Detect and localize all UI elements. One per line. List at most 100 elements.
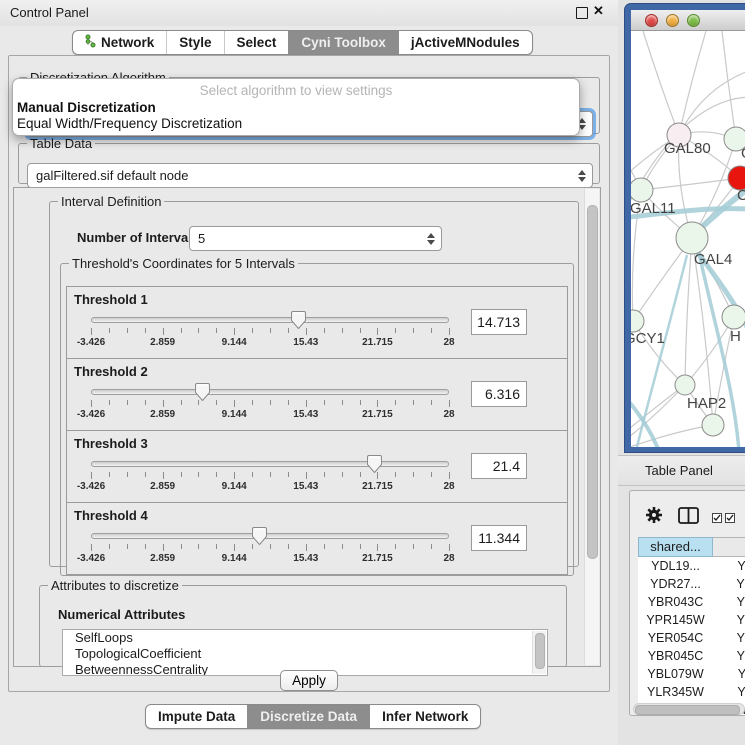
table-cell[interactable]: YDL19... xyxy=(638,557,713,575)
table-cell[interactable]: YPR1 xyxy=(713,611,745,629)
slider-tick xyxy=(198,472,199,477)
table-cell[interactable]: YDR2 xyxy=(713,575,745,593)
table-cell[interactable]: YBR045C xyxy=(638,647,713,665)
slider-tick xyxy=(324,400,325,405)
select-checkbox-icon[interactable] xyxy=(725,511,735,526)
table-cell[interactable]: YBR0 xyxy=(713,647,745,665)
network-node-gal11[interactable] xyxy=(631,178,653,202)
table-header-row: shared...na xyxy=(638,537,745,557)
window-minimize-button[interactable] xyxy=(666,14,679,27)
list-scrollbar[interactable] xyxy=(532,631,546,674)
slider-track[interactable] xyxy=(91,461,449,467)
network-node-h[interactable] xyxy=(722,305,745,329)
table-row[interactable]: YBR043CYBR0 xyxy=(638,593,745,611)
tab-label: Style xyxy=(179,35,211,50)
network-node-hap2[interactable] xyxy=(675,375,695,395)
table-row[interactable]: YBR045CYBR0 xyxy=(638,647,745,665)
table-data-combobox[interactable]: galFiltered.sif default node xyxy=(27,163,593,188)
threshold-slider[interactable]: -3.4262.8599.14415.4321.71528 xyxy=(91,529,449,573)
slider-track[interactable] xyxy=(91,317,449,323)
algorithm-dropdown-popup: Select algorithm to view settings Manual… xyxy=(12,78,580,136)
threshold-slider[interactable]: -3.4262.8599.14415.4321.71528 xyxy=(91,457,449,501)
network-edge-highlighted[interactable] xyxy=(631,394,659,447)
slider-tick xyxy=(270,472,271,477)
table-cell[interactable]: YBL0 xyxy=(713,665,745,683)
threshold-slider[interactable]: -3.4262.8599.14415.4321.71528 xyxy=(91,385,449,429)
close-icon[interactable]: ✕ xyxy=(593,3,604,19)
slider-tick xyxy=(163,328,164,335)
tab-infer-network[interactable]: Infer Network xyxy=(369,705,480,728)
tab-label: Network xyxy=(101,35,154,50)
scrollbar-thumb[interactable] xyxy=(587,205,598,559)
table-cell[interactable]: YBR0 xyxy=(713,593,745,611)
apply-button[interactable]: Apply xyxy=(280,670,338,691)
network-edge[interactable] xyxy=(722,31,736,139)
intervals-combobox[interactable]: 5 xyxy=(189,226,442,251)
table-cell[interactable]: YPR145W xyxy=(638,611,713,629)
window-zoom-button[interactable] xyxy=(687,14,700,27)
tab-jactivemnodules[interactable]: jActiveMNodules xyxy=(398,31,532,54)
tab-style[interactable]: Style xyxy=(166,31,223,54)
slider-tick-label: 21.715 xyxy=(362,481,393,492)
table-row[interactable]: YBL079WYBL0 xyxy=(638,665,745,683)
scrollbar-thumb[interactable] xyxy=(635,705,740,715)
threshold-value-input[interactable]: 6.316 xyxy=(471,381,527,407)
column-header-na[interactable]: na xyxy=(713,537,745,557)
threshold-slider-thumb[interactable] xyxy=(251,526,268,546)
threshold-slider-thumb[interactable] xyxy=(290,310,307,330)
tab-select[interactable]: Select xyxy=(224,31,289,54)
tab-impute-data[interactable]: Impute Data xyxy=(146,705,247,728)
network-edge[interactable] xyxy=(631,425,713,447)
network-node-gal4[interactable] xyxy=(676,222,708,254)
settings-scrollbar[interactable] xyxy=(584,189,599,665)
threshold-slider-thumb[interactable] xyxy=(366,454,383,474)
table-row[interactable]: YPR145WYPR1 xyxy=(638,611,745,629)
table-cell[interactable]: YLR345W xyxy=(638,683,713,701)
table-cell[interactable]: YBR043C xyxy=(638,593,713,611)
table-cell[interactable]: YDL1 xyxy=(713,557,745,575)
table-row[interactable]: YLR345WYLR3 xyxy=(638,683,745,701)
table-panel-titlebar: Table Panel xyxy=(618,455,745,486)
numerical-attributes-list[interactable]: SelfLoopsTopologicalCoefficientBetweenne… xyxy=(62,629,548,676)
select-checkbox-icon[interactable] xyxy=(712,511,722,526)
threshold-slider[interactable]: -3.4262.8599.14415.4321.71528 xyxy=(91,313,449,357)
table-cell[interactable]: YER0 xyxy=(713,629,745,647)
float-window-icon[interactable] xyxy=(576,7,588,19)
table-row[interactable]: YER054CYER0 xyxy=(638,629,745,647)
table-row[interactable]: YDL19...YDL1 xyxy=(638,557,745,575)
tab-discretize-data[interactable]: Discretize Data xyxy=(247,705,369,728)
network-edge[interactable] xyxy=(631,385,685,433)
split-columns-icon[interactable] xyxy=(678,507,699,527)
table-cell[interactable]: YER054C xyxy=(638,629,713,647)
table-cell[interactable]: YLR3 xyxy=(713,683,745,701)
slider-track[interactable] xyxy=(91,389,449,395)
table-cell[interactable]: YBL079W xyxy=(638,665,713,683)
threshold-value-input[interactable]: 11.344 xyxy=(471,525,527,551)
threshold-value-input[interactable]: 21.4 xyxy=(471,453,527,479)
network-edge[interactable] xyxy=(679,71,745,135)
slider-track[interactable] xyxy=(91,533,449,539)
table-data-combobox-value: galFiltered.sif default node xyxy=(36,168,188,183)
slider-tick-label: 21.715 xyxy=(362,337,393,348)
gear-icon[interactable] xyxy=(645,506,663,527)
tab-network[interactable]: Network xyxy=(73,31,166,54)
threshold-slider-thumb[interactable] xyxy=(194,382,211,402)
attribute-item-topologicalcoefficient[interactable]: TopologicalCoefficient xyxy=(63,646,547,662)
threshold-value-input[interactable]: 14.713 xyxy=(471,309,527,335)
network-edge[interactable] xyxy=(643,31,679,135)
dropdown-option-manual-discretization[interactable]: Manual Discretization xyxy=(13,100,579,116)
column-header-shared[interactable]: shared... xyxy=(638,537,713,557)
window-close-button[interactable] xyxy=(645,14,658,27)
network-node[interactable] xyxy=(702,414,724,436)
tab-cyni-toolbox[interactable]: Cyni Toolbox xyxy=(288,31,398,54)
interval-definition-title: Interval Definition xyxy=(58,194,164,209)
dropdown-option-equal-width-frequency[interactable]: Equal Width/Frequency Discretization xyxy=(13,116,579,132)
network-edge[interactable] xyxy=(641,178,740,190)
attribute-item-selfloops[interactable]: SelfLoops xyxy=(63,630,547,646)
network-node-gcy1[interactable] xyxy=(631,310,644,332)
slider-tick xyxy=(449,472,450,479)
table-h-scrollbar[interactable] xyxy=(633,703,745,715)
network-canvas[interactable]: GAL80GACGAL11GAL4GCY1HHAP2 xyxy=(631,31,745,447)
table-cell[interactable]: YDR27... xyxy=(638,575,713,593)
table-row[interactable]: YDR27...YDR2 xyxy=(638,575,745,593)
